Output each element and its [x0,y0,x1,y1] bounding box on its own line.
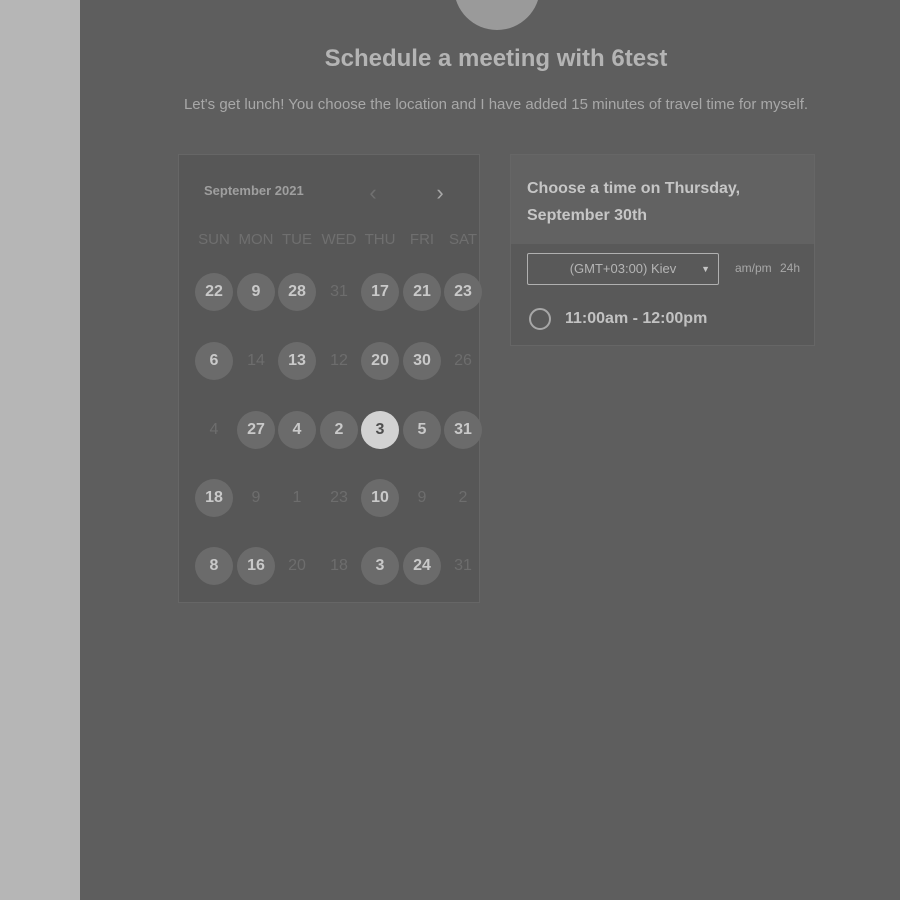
time-slot-option[interactable]: 11:00am - 12:00pm [527,307,797,333]
calendar-day-unavailable: 23 [330,489,348,506]
weekday-label: WED [321,231,357,248]
calendar-day-unavailable: 18 [330,557,348,574]
timezone-value: (GMT+03:00) Kiev [569,261,677,276]
meeting-description: Let's get lunch! You choose the location… [183,96,809,113]
calendar-day-available[interactable]: 23 [444,273,482,311]
calendar-day-available[interactable]: 27 [237,411,275,449]
weekday-label: SAT [448,231,478,248]
calendar-day-available[interactable]: 8 [195,547,233,585]
page-title: Schedule a meeting with 6test [324,45,668,72]
calendar-day-unavailable: 4 [209,421,219,438]
calendar-day-unavailable: 1 [292,489,302,506]
calendar-day-available[interactable]: 4 [278,411,316,449]
timezone-select[interactable]: (GMT+03:00) Kiev ▼ [527,253,719,285]
left-sidebar-strip [0,0,80,900]
calendar-day-selected[interactable]: 3 [361,411,399,449]
calendar-day-unavailable: 2 [458,489,468,506]
calendar-day-available[interactable]: 31 [444,411,482,449]
calendar-day-unavailable: 20 [288,557,306,574]
weekday-label: THU [364,231,396,248]
chevron-right-icon[interactable]: › [430,181,450,205]
time-slot-label: 11:00am - 12:00pm [565,310,708,327]
radio-button[interactable] [529,308,551,330]
calendar: September 2021 ‹ › SUN MON TUE WED THU FRI SAT… [178,154,482,603]
time-panel-header: Choose a time on Thursday, September 30t… [511,155,814,244]
calendar-day-unavailable: 31 [454,557,472,574]
calendar-day-available[interactable]: 2 [320,411,358,449]
calendar-day-available[interactable]: 16 [237,547,275,585]
weekday-label: FRI [409,231,435,248]
calendar-day-available[interactable]: 30 [403,342,441,380]
calendar-day-unavailable: 14 [247,352,265,369]
month-label: September 2021 [204,183,304,198]
calendar-day-available[interactable]: 9 [237,273,275,311]
calendar-day-unavailable: 31 [330,283,348,300]
calendar-day-available[interactable]: 6 [195,342,233,380]
caret-down-icon: ▼ [701,264,710,274]
weekday-label: TUE [282,231,312,248]
weekday-label: MON [238,231,274,248]
calendar-day-unavailable: 9 [417,489,427,506]
format-ampm-toggle[interactable]: am/pm [735,261,772,275]
calendar-day-available[interactable]: 10 [361,479,399,517]
calendar-day-unavailable: 12 [330,352,348,369]
calendar-day-available[interactable]: 5 [403,411,441,449]
calendar-day-available[interactable]: 24 [403,547,441,585]
chevron-left-icon[interactable]: ‹ [363,181,383,205]
time-slot-panel: Choose a time on Thursday, September 30t… [510,154,815,346]
weekday-label: SUN [198,231,230,248]
calendar-day-unavailable: 26 [454,352,472,369]
format-24h-toggle[interactable]: 24h [780,261,800,275]
calendar-day-available[interactable]: 18 [195,479,233,517]
calendar-day-available[interactable]: 13 [278,342,316,380]
weekday-header: SUN MON TUE WED THU FRI SAT [179,231,481,251]
calendar-day-unavailable: 9 [251,489,261,506]
calendar-day-available[interactable]: 28 [278,273,316,311]
calendar-day-available[interactable]: 21 [403,273,441,311]
selected-date-heading: Choose a time on Thursday, September 30t… [527,180,741,224]
calendar-day-available[interactable]: 17 [361,273,399,311]
calendar-day-available[interactable]: 3 [361,547,399,585]
calendar-day-available[interactable]: 20 [361,342,399,380]
calendar-day-available[interactable]: 22 [195,273,233,311]
